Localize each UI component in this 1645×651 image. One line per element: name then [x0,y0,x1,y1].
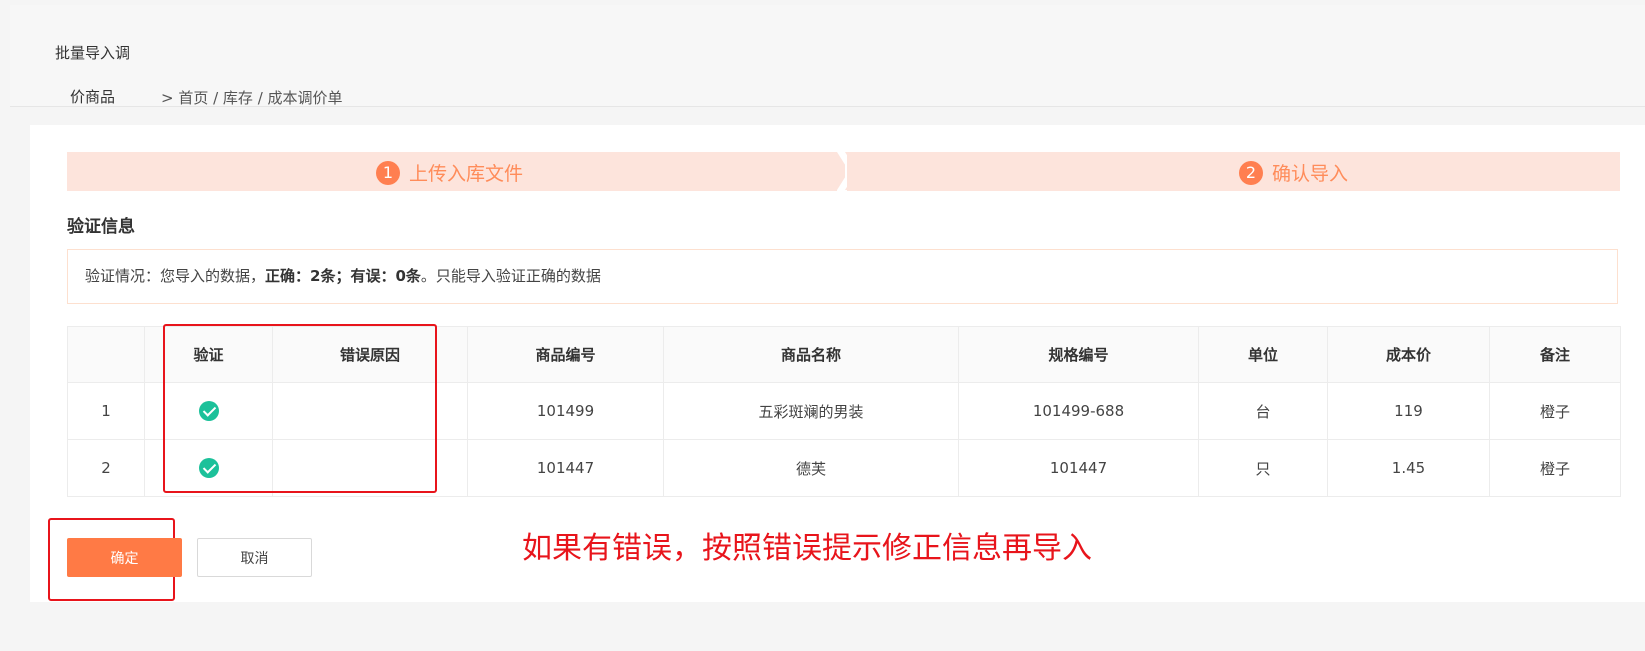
page-title-continued: 价商品 [70,88,116,106]
step-confirm: 2 确认导入 [847,152,1620,191]
annotation-highlight-validation [163,324,437,493]
notice-prefix: 验证情况：您导入的数据， [85,267,266,285]
section-title: 验证信息 [67,217,135,237]
step-indicator: 1 上传入库文件 2 确认导入 [67,152,1620,191]
cell-unit: 只 [1198,439,1328,497]
col-header-name: 商品名称 [663,326,959,383]
col-header-unit: 单位 [1198,326,1328,383]
cell-cost: 119 [1327,382,1490,440]
cancel-button[interactable]: 取消 [197,538,312,577]
notice-error-count: 有误：0条 [350,267,421,285]
cell-unit: 台 [1198,382,1328,440]
col-header-spec: 规格编号 [958,326,1199,383]
step-upload: 1 上传入库文件 [67,152,837,191]
cell-index: 1 [67,382,145,440]
col-header-code: 商品编号 [467,326,664,383]
cell-name: 五彩斑斓的男装 [663,382,959,440]
breadcrumb[interactable]: > 首页 / 库存 / 成本调价单 [161,87,343,108]
step-label: 确认导入 [1272,163,1349,185]
page-title: 批量导入调 [55,44,131,62]
step-number: 2 [1239,160,1263,185]
step-number: 1 [376,160,400,185]
cell-name: 德芙 [663,439,959,497]
cell-note: 橙子 [1489,439,1621,497]
cell-note: 橙子 [1489,382,1621,440]
annotation-text: 如果有错误，按照错误提示修正信息再导入 [522,531,1092,566]
col-header-note: 备注 [1489,326,1621,383]
cell-code: 101499 [467,382,664,440]
col-header-cost: 成本价 [1327,326,1490,383]
col-header-index [67,326,145,383]
confirm-button[interactable]: 确定 [67,538,182,577]
validation-notice: 验证情况：您导入的数据，正确：2条；有误：0条。只能导入验证正确的数据 [67,249,1618,304]
notice-suffix: 。只能导入验证正确的数据 [420,267,601,285]
cell-index: 2 [67,439,145,497]
step-label: 上传入库文件 [409,163,524,185]
notice-correct-count: 正确：2条； [265,267,351,285]
cell-code: 101447 [467,439,664,497]
cell-spec: 101499-688 [958,382,1199,440]
cell-spec: 101447 [958,439,1199,497]
cell-cost: 1.45 [1327,439,1490,497]
